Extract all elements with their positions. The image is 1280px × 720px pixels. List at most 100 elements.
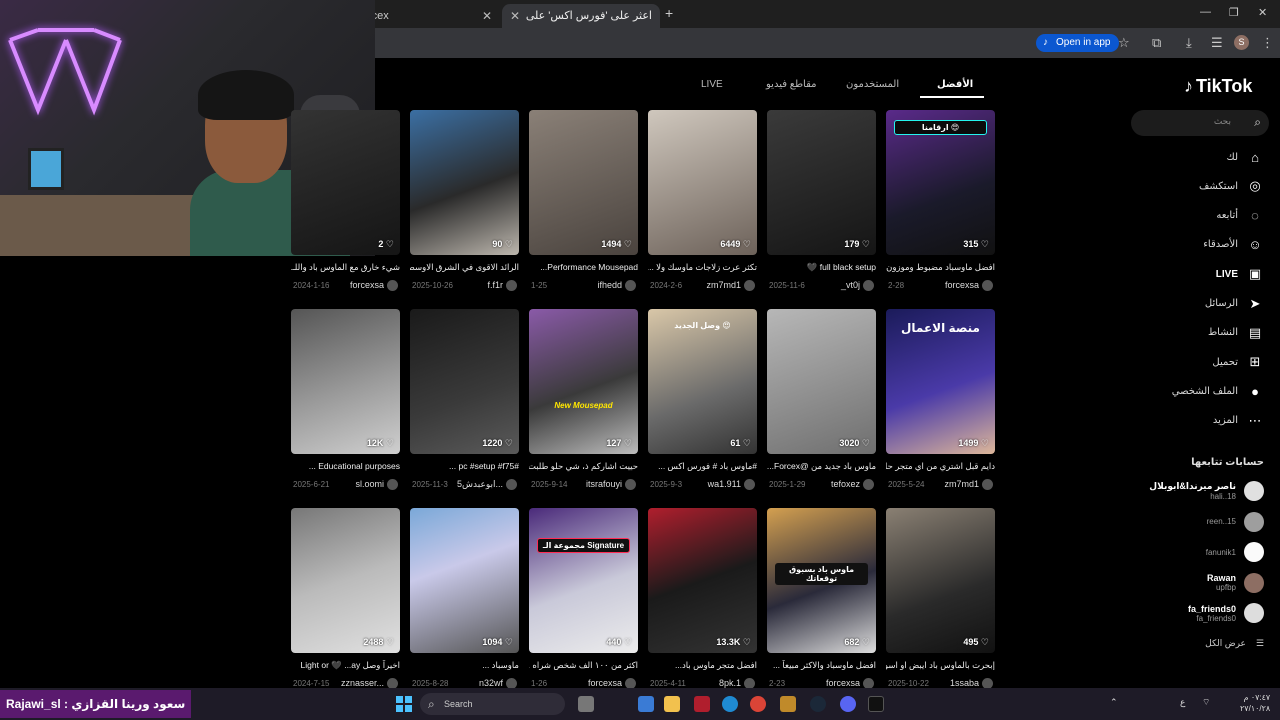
video-caption[interactable]: حييت اشاركم ذ، شي حلو طلبت ه... [529, 461, 638, 472]
search-icon[interactable]: ⌕ [1254, 115, 1261, 130]
menu-icon[interactable]: ⋮ [1261, 35, 1274, 51]
video-author[interactable]: itsrafouyi [586, 479, 622, 489]
tab-live[interactable]: LIVE [701, 79, 723, 90]
author-avatar[interactable] [387, 479, 398, 490]
media-icon[interactable]: ☰ [1211, 35, 1223, 51]
sidebar-item-home[interactable]: لك ⌂ [1227, 147, 1264, 167]
video-card[interactable]: وصل الجديد 😍 61 ♡ #ماوس باد # فورس اكس ...… [648, 309, 757, 491]
video-author[interactable]: n32wf [479, 678, 503, 688]
video-author[interactable]: zm7md1 [944, 479, 979, 489]
video-thumbnail[interactable]: ارقامنا 😍 315 ♡ [886, 110, 995, 255]
video-thumbnail[interactable]: 1494 ♡ [529, 110, 638, 255]
video-author[interactable]: zm7md1 [706, 280, 741, 290]
video-author[interactable]: forcexsa [588, 678, 622, 688]
video-caption[interactable]: اخيراً وصل Light or 🖤 ...ay [291, 660, 400, 671]
video-caption[interactable]: Performance Mousepad... [529, 262, 638, 273]
video-caption[interactable]: شيء خارق مع الماوس باد واللـ... [291, 262, 400, 273]
sidebar-item-more[interactable]: المزيد ⋯ [1213, 411, 1264, 431]
video-card[interactable]: New Mousepad 127 ♡ حييت اشاركم ذ، شي حلو ط… [529, 309, 638, 491]
video-card[interactable]: 6449 ♡ تكثر عرت زلاجات ماوسك ولا ... 2024-… [648, 110, 757, 292]
author-avatar[interactable] [744, 479, 755, 490]
chrome-icon[interactable] [750, 696, 766, 712]
sidebar-item-following[interactable]: أتابعه ◌ [1216, 206, 1264, 226]
following-account[interactable]: fa_friends0 fa_friends0 [1188, 601, 1264, 625]
video-author[interactable]: _vt0j [841, 280, 860, 290]
video-card[interactable]: 2488 ♡ اخيراً وصل Light or 🖤 ...ay 2024-7-… [291, 508, 400, 690]
sidebar-item-activity[interactable]: النشاط ▤ [1208, 323, 1264, 343]
author-avatar[interactable] [982, 479, 993, 490]
see-all-link[interactable]: عرض الكل ☰ [1205, 638, 1264, 649]
open-in-app-button[interactable]: Open in app [1036, 34, 1119, 52]
video-caption[interactable]: دايم قبل اشتري من اي متجر حلـ... [886, 461, 995, 472]
folder-icon[interactable] [664, 696, 680, 712]
video-card[interactable]: 3020 ♡ ماوس باد جديد من @Forcex... 2025-1-… [767, 309, 876, 491]
author-avatar[interactable] [625, 479, 636, 490]
author-avatar[interactable] [506, 479, 517, 490]
adobe-icon[interactable] [694, 696, 710, 712]
video-thumbnail[interactable]: ماوس باد بسبوق توقعاتك 682 ♡ [767, 508, 876, 653]
video-thumbnail[interactable]: New Mousepad 127 ♡ [529, 309, 638, 454]
avatar[interactable] [1244, 542, 1264, 562]
video-thumbnail[interactable]: منصة الاعمال 1499 ♡ [886, 309, 995, 454]
tab-videos[interactable]: مقاطع فيديو [766, 79, 817, 90]
star-icon[interactable]: ☆ [1118, 35, 1130, 51]
edge-icon[interactable] [722, 696, 738, 712]
download-icon[interactable]: ⤓ [1186, 35, 1192, 51]
taskbar-search[interactable]: Search [420, 693, 565, 715]
search-input[interactable]: بحث ⌕ [1131, 110, 1269, 136]
video-author[interactable]: ifhedd [597, 280, 622, 290]
chevron-up-icon[interactable]: ⌃ [1110, 697, 1118, 708]
video-thumbnail[interactable]: 12K ♡ [291, 309, 400, 454]
sidebar-item-upload[interactable]: تحميل ⊞ [1212, 352, 1264, 372]
video-card[interactable]: 2 ♡ شيء خارق مع الماوس باد واللـ... 2024-1… [291, 110, 400, 292]
restore-icon[interactable]: ❐ [1229, 6, 1239, 19]
video-thumbnail[interactable]: 3020 ♡ [767, 309, 876, 454]
sidebar-item-compass[interactable]: استكشف ◎ [1199, 176, 1264, 196]
video-card[interactable]: مجموعة الـ Signature 440 ♡ اكثر من ١٠٠ الف… [529, 508, 638, 690]
close-icon[interactable]: ✕ [510, 4, 520, 28]
input-language[interactable]: ع [1180, 697, 1185, 708]
author-avatar[interactable] [863, 280, 874, 291]
video-caption[interactable]: full black setup 🖤 [767, 262, 876, 273]
video-caption[interactable]: الرائد الاقوى في الشرق الاوسط ... [410, 262, 519, 273]
video-caption[interactable]: إبحرت بالماوس باد ايبض او اسو... [886, 660, 995, 671]
video-author[interactable]: tefoxez [831, 479, 860, 489]
video-author[interactable]: ابوعبدش5... [457, 479, 503, 490]
following-account[interactable]: Rawan upfbp [1207, 571, 1264, 595]
avatar[interactable] [1244, 603, 1264, 623]
author-avatar[interactable] [982, 280, 993, 291]
wifi-icon[interactable]: ⌔ [1202, 697, 1210, 708]
video-thumbnail[interactable]: 90 ♡ [410, 110, 519, 255]
video-thumbnail[interactable]: 2 ♡ [291, 110, 400, 255]
video-author[interactable]: 1ssaba [950, 678, 979, 688]
tab-top[interactable]: الأفضل [937, 79, 973, 90]
tiktok-app-icon[interactable] [868, 696, 884, 712]
clock[interactable]: ٠٧:٤٧ م ٢٧/١٠/٢٨ [1240, 692, 1270, 714]
profile-avatar[interactable]: S [1234, 35, 1249, 50]
video-caption[interactable]: افضل ماوسباد والاكثر مبيعاً ... [767, 660, 876, 671]
author-avatar[interactable] [506, 280, 517, 291]
video-author[interactable]: sl.oomi [355, 479, 384, 489]
avatar[interactable] [1244, 481, 1264, 501]
video-card[interactable]: ارقامنا 😍 315 ♡ افضل ماوسباد مضبوط وموزون!… [886, 110, 995, 292]
video-thumbnail[interactable]: 495 ♡ [886, 508, 995, 653]
video-caption[interactable]: ماوس باد جديد من @Forcex... [767, 461, 876, 472]
video-card[interactable]: 90 ♡ الرائد الاقوى في الشرق الاوسط ... 202… [410, 110, 519, 292]
video-caption[interactable]: تكثر عرت زلاجات ماوسك ولا ... [648, 262, 757, 273]
video-card[interactable]: ماوس باد بسبوق توقعاتك 682 ♡ افضل ماوسباد … [767, 508, 876, 690]
video-card[interactable]: 495 ♡ إبحرت بالماوس باد ايبض او اسو... 202… [886, 508, 995, 690]
video-caption[interactable]: #pc #setup #f75 ... [410, 461, 519, 472]
steam-icon[interactable] [810, 696, 826, 712]
sidebar-item-messages[interactable]: الرسائل ➤ [1205, 294, 1264, 314]
video-thumbnail[interactable]: 1094 ♡ [410, 508, 519, 653]
browser-tab-active[interactable]: اعثر على 'فورس اكس' على TikTok ✕ [502, 4, 660, 46]
sidebar-item-live[interactable]: LIVE ▣ [1216, 264, 1264, 284]
video-card[interactable]: 1094 ♡ ماوسباد ... 2025-8-28 n32wf [410, 508, 519, 690]
avatar[interactable] [1244, 572, 1264, 593]
author-avatar[interactable] [625, 280, 636, 291]
video-caption[interactable]: افضل ماوسباد مضبوط وموزون! [886, 262, 995, 273]
video-card[interactable]: 179 ♡ full black setup 🖤 2025-11-6 _vt0j [767, 110, 876, 292]
video-thumbnail[interactable]: 179 ♡ [767, 110, 876, 255]
video-card[interactable]: 13.3K ♡ افضل متجر ماوس باد... 2025-4-11 8pk… [648, 508, 757, 690]
tab-users[interactable]: المستخدمون [846, 79, 899, 90]
